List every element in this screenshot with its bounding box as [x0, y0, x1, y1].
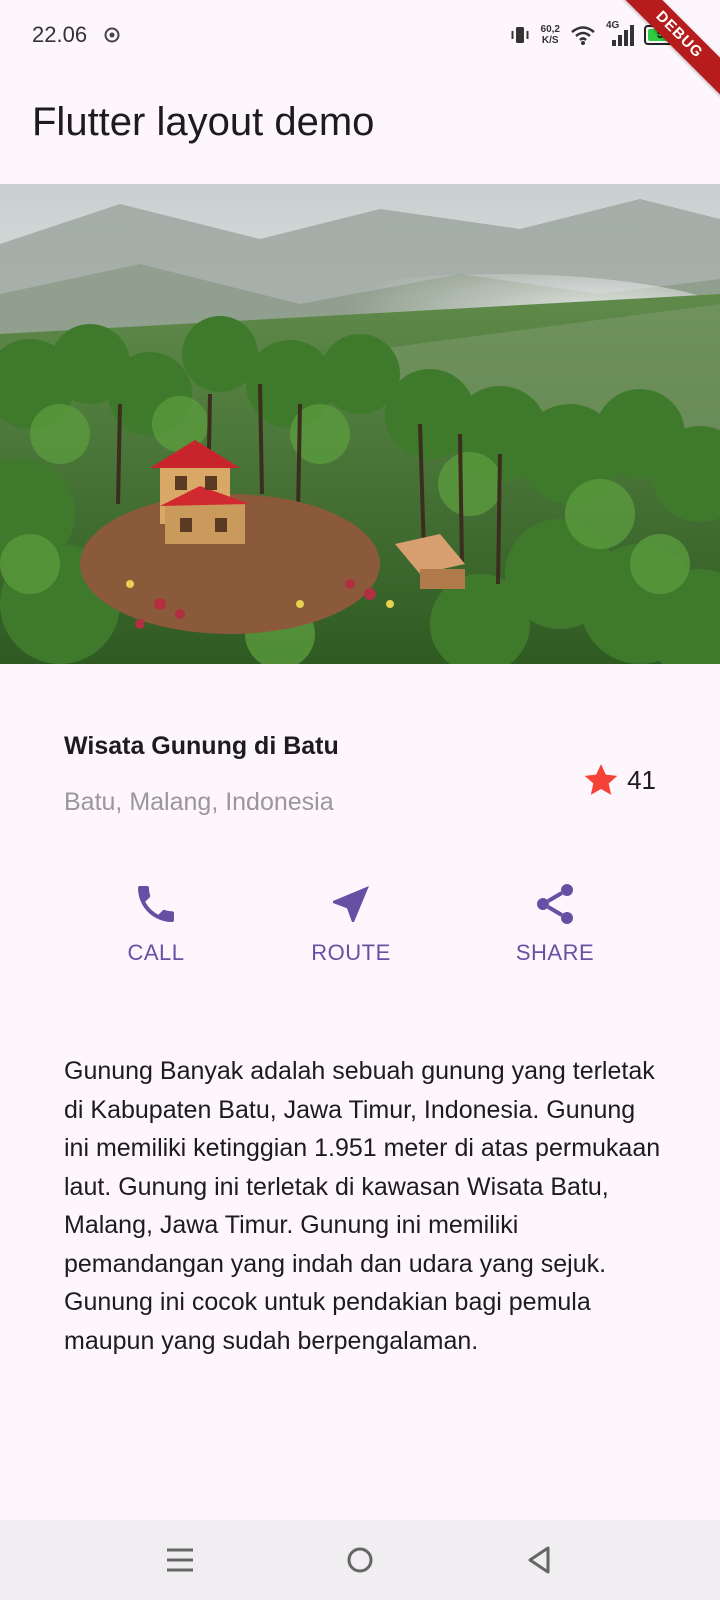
battery-icon: 55 — [644, 25, 684, 45]
share-button[interactable]: SHARE — [485, 880, 625, 966]
cell-signal: 4G — [606, 20, 634, 48]
navigation-icon — [333, 886, 369, 922]
call-button[interactable]: CALL — [86, 880, 226, 966]
hero-image — [0, 184, 720, 664]
action-button-row: CALL ROUTE SHARE — [0, 880, 720, 990]
description-text: Gunung Banyak adalah sebuah gunung yang … — [64, 1057, 661, 1355]
network-speed-unit: K/S — [541, 35, 559, 46]
menu-icon[interactable] — [160, 1540, 200, 1580]
place-location: Batu, Malang, Indonesia — [64, 788, 334, 816]
system-navigation-bar — [0, 1520, 720, 1600]
share-icon — [537, 884, 573, 924]
page-title: Flutter layout demo — [32, 100, 375, 144]
place-name: Wisata Gunung di Batu — [64, 732, 339, 760]
share-label: SHARE — [515, 940, 595, 965]
back-icon[interactable] — [520, 1540, 560, 1580]
landscape-image — [0, 184, 720, 664]
route-button[interactable]: ROUTE — [281, 880, 421, 966]
status-bar: 22.06 60,2 K/S 4G 55 DEBUG — [0, 0, 720, 98]
call-label: CALL — [127, 940, 185, 965]
app-bar: Flutter layout demo — [0, 74, 720, 184]
home-icon[interactable] — [340, 1540, 380, 1580]
network-speed: 60,2 K/S — [541, 24, 560, 46]
phone-icon — [138, 886, 174, 922]
route-label: ROUTE — [311, 940, 391, 965]
status-time: 22.06 — [32, 22, 88, 47]
rating: 41 — [581, 760, 656, 800]
title-section: Wisata Gunung di Batu Batu, Malang, Indo… — [64, 724, 656, 834]
network-type: 4G — [606, 20, 620, 31]
rating-count: 41 — [627, 764, 656, 795]
star-icon — [584, 764, 618, 795]
notification-icon — [104, 27, 120, 43]
vibrate-icon — [511, 27, 529, 43]
battery-level: 55 — [656, 26, 672, 41]
network-speed-value: 60,2 — [540, 24, 560, 35]
wifi-icon — [571, 26, 595, 45]
status-icons: 60,2 K/S 4G 55 — [509, 20, 684, 50]
